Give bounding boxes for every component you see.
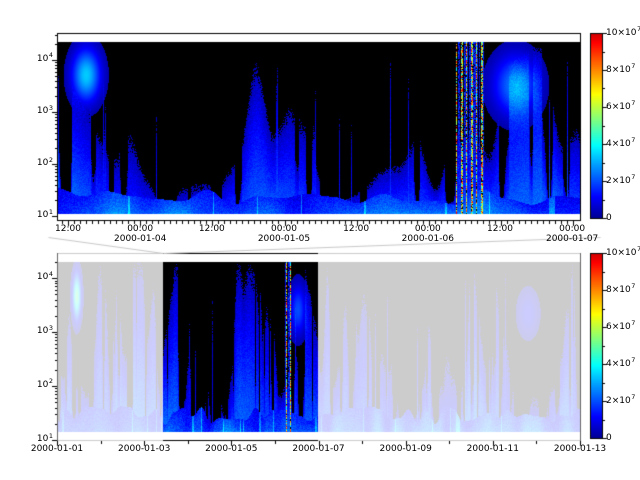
- x-tick-date-label: 2000-01-07: [292, 444, 344, 454]
- x-tick-time-label: 12:00: [343, 224, 369, 234]
- x-tick-time-label: 00:00: [415, 224, 441, 234]
- exponent: 2: [49, 156, 53, 164]
- x-tick-date-label: 2000-01-05: [258, 234, 310, 244]
- selection-region[interactable]: [163, 253, 318, 440]
- exponent: 3: [49, 104, 53, 112]
- x-tick-time-label: 00:00: [127, 224, 153, 234]
- exponent: 7: [631, 173, 635, 181]
- y-tick-label: 103: [37, 106, 53, 116]
- exponent: 2: [49, 377, 53, 385]
- x-tick-time-label: 12:00: [55, 224, 81, 234]
- x-tick-date-label: 2000-01-04: [114, 234, 166, 244]
- colorbar-tick-label: 6×107: [606, 322, 635, 332]
- exponent: 7: [631, 99, 635, 107]
- exponent: 7: [631, 136, 635, 144]
- x-tick-date-label: 2000-01-13: [554, 444, 606, 454]
- exponent: 7: [631, 319, 635, 327]
- x-tick-date-label: 2000-01-07: [546, 234, 598, 244]
- detail-plot-area: [57, 33, 580, 220]
- colorbar-tick-label: 4×107: [606, 139, 635, 149]
- exponent: 1: [49, 208, 53, 216]
- colorbar-tick-label: 0: [606, 433, 612, 443]
- colorbar-tick-label: 2×107: [606, 396, 635, 406]
- colorbar-tick-label: 4×107: [606, 359, 635, 369]
- exponent: 7: [631, 393, 635, 401]
- exponent: 7: [631, 282, 635, 290]
- y-tick-label: 102: [37, 158, 53, 168]
- y-tick-label: 104: [37, 54, 53, 64]
- colorbar-tick-label: 10×107: [606, 248, 640, 258]
- exponent: 4: [49, 51, 53, 59]
- exponent: 1: [49, 432, 53, 440]
- x-tick-date-label: 2000-01-03: [118, 444, 170, 454]
- x-tick-time-label: 00:00: [271, 224, 297, 234]
- y-tick-label: 103: [37, 326, 53, 336]
- colorbar-tick-label: 10×107: [606, 28, 640, 38]
- x-tick-time-label: 12:00: [199, 224, 225, 234]
- x-tick-date-label: 2000-01-01: [31, 444, 83, 454]
- exponent: 7: [631, 62, 635, 70]
- colorbar-tick-label: 0: [606, 213, 612, 223]
- spectrogram-figure: 12:0000:002000-01-0412:0000:002000-01-05…: [0, 0, 640, 480]
- x-tick-date-label: 2000-01-11: [467, 444, 519, 454]
- exponent: 7: [631, 356, 635, 364]
- colorbar-tick-label: 6×107: [606, 102, 635, 112]
- y-tick-label: 101: [37, 434, 53, 444]
- exponent: 4: [49, 270, 53, 278]
- x-tick-time-label: 00:00: [559, 224, 585, 234]
- exponent: 3: [49, 324, 53, 332]
- y-tick-label: 104: [37, 272, 53, 282]
- colorbar-tick-label: 2×107: [606, 176, 635, 186]
- x-tick-date-label: 2000-01-06: [402, 234, 454, 244]
- x-tick-time-label: 12:00: [487, 224, 513, 234]
- overview-plot-area: [57, 253, 580, 440]
- colorbar-tick-label: 8×107: [606, 65, 635, 75]
- y-tick-label: 101: [37, 210, 53, 220]
- colorbar-tick-label: 8×107: [606, 285, 635, 295]
- x-tick-date-label: 2000-01-09: [380, 444, 432, 454]
- x-tick-date-label: 2000-01-05: [205, 444, 257, 454]
- y-tick-label: 102: [37, 380, 53, 390]
